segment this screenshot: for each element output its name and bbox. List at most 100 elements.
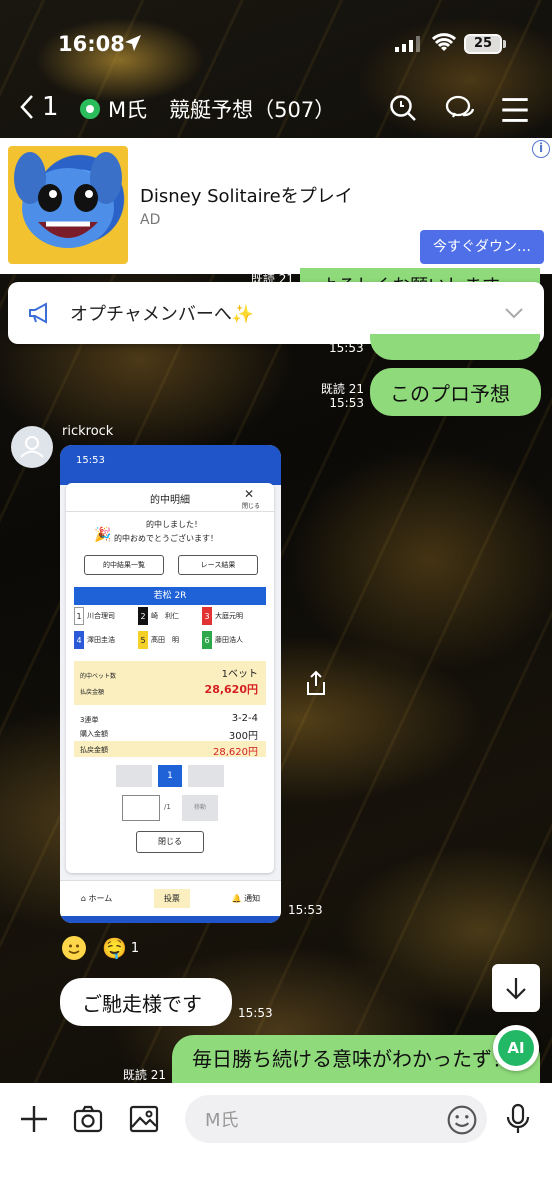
camera-icon[interactable] <box>72 1103 104 1135</box>
payout-label: 払戻金額 <box>80 689 105 696</box>
read-receipt: 既読 21 <box>320 382 364 396</box>
nav-vote-label: 投票 <box>163 894 180 903</box>
bet-type: 3連単 <box>80 716 99 724</box>
read-receipt: 既読 21 <box>122 1068 166 1082</box>
unread-count: 1 <box>42 92 59 122</box>
nav-home: ⌂ ホーム <box>80 894 113 903</box>
signal-icon <box>395 36 420 52</box>
battery-nub <box>503 40 506 48</box>
message-text: このプロ予想 <box>390 381 510 406</box>
racer-name: 藤田浩人 <box>215 636 243 644</box>
shot-btn-race: レース結果 <box>178 555 258 575</box>
message-time: 15:53 <box>238 1006 273 1020</box>
party-popper-icon: 🎉 <box>94 527 112 543</box>
reaction-count: 1 <box>130 940 140 956</box>
message-text: 毎日勝ち続ける意味がわかったず！ <box>192 1047 512 1071</box>
hit-bet-label: 的中ベット数 <box>80 673 117 680</box>
message-input[interactable]: M氏 <box>185 1095 487 1143</box>
emoji-icon[interactable] <box>446 1104 478 1136</box>
chevron-down-icon[interactable] <box>504 307 524 319</box>
payout-value: 28,620円 <box>204 683 258 696</box>
ad-image[interactable] <box>8 146 128 264</box>
arrow-down-icon <box>506 978 526 1000</box>
ai-icon: AI <box>498 1030 534 1066</box>
buy-label: 購入金額 <box>80 730 108 738</box>
racer-cell: 5 髙田 明 <box>138 631 202 649</box>
payout-value-2: 28,620円 <box>213 747 258 758</box>
message-time: 15:53 <box>288 903 323 917</box>
hit-line-2: 的中おめでとうございます！ <box>114 534 218 543</box>
hit-bet-value: 1ベット <box>221 669 258 680</box>
divider <box>66 511 274 512</box>
smile-icon <box>68 944 80 954</box>
jump-button: 移動 <box>182 795 218 821</box>
racer-name: 澤田圭浩 <box>87 636 115 644</box>
racer-cell: 4 澤田圭浩 <box>74 631 138 649</box>
sender-name: rickrock <box>62 424 114 439</box>
message-time: 15:53 <box>329 341 364 355</box>
page-current: 1 <box>158 765 182 787</box>
shot-bottom-bar <box>60 916 281 923</box>
avatar[interactable] <box>11 426 53 468</box>
ad-title[interactable]: Disney Solitaireをプレイ <box>140 182 353 208</box>
racer-number: 3 <box>202 607 212 625</box>
received-message-bubble[interactable]: ご馳走様です <box>60 978 232 1026</box>
ad-info-icon[interactable]: i <box>532 140 550 158</box>
shot-btn-list: 的中結果一覧 <box>84 555 164 575</box>
ai-assistant-button[interactable]: AI <box>493 1025 539 1071</box>
image-message[interactable]: 15:53 的中明細 ✕ 閉じる 🎉 的中しました！ 的中おめでとうございます！… <box>60 445 281 923</box>
sent-message-bubble-tail[interactable] <box>370 334 540 360</box>
location-arrow-icon <box>125 35 141 51</box>
hit-line-1: 的中しました！ <box>146 520 202 529</box>
reaction-badge[interactable]: 🤤 1 <box>102 936 139 960</box>
message-input-placeholder: M氏 <box>205 1110 239 1131</box>
menu-icon[interactable] <box>500 95 530 125</box>
shot-close-label: 閉じる <box>242 503 261 510</box>
bet-combo: 3-2-4 <box>231 713 258 724</box>
close-button: 閉じる <box>136 831 204 853</box>
ad-cta-button[interactable]: 今すぐダウン… <box>420 230 544 264</box>
megaphone-icon <box>29 302 47 324</box>
search-icon[interactable] <box>388 93 418 123</box>
racer-name: 髙田 明 <box>151 636 179 644</box>
racer-cell: 2崎 利仁 <box>138 607 202 625</box>
image-icon[interactable] <box>128 1103 160 1135</box>
racer-number: 2 <box>138 607 148 625</box>
page-total: /1 <box>164 803 171 811</box>
battery-indicator: 25 <box>464 34 502 54</box>
racer-number: 4 <box>74 631 84 649</box>
shot-card: 的中明細 ✕ 閉じる 🎉 的中しました！ 的中おめでとうございます！ 的中結果一… <box>66 483 274 873</box>
buy-value: 300円 <box>228 731 258 742</box>
shot-status-bar: 15:53 <box>60 445 281 485</box>
close-x-icon: ✕ <box>244 487 255 501</box>
ad-label: AD <box>140 212 161 228</box>
sent-message-bubble[interactable]: このプロ予想 <box>370 368 541 416</box>
chat-bubbles-icon[interactable] <box>445 93 475 123</box>
racer-name: 川合理司 <box>87 612 115 620</box>
chat-title[interactable]: M氏 競艇予想（507） <box>80 94 335 124</box>
reaction-row[interactable]: 🤤 1 <box>62 936 139 960</box>
person-icon <box>20 436 44 458</box>
nav-home-label: ホーム <box>88 894 113 903</box>
hit-summary: 的中ベット数 1ベット 払戻金額 28,620円 <box>74 661 266 705</box>
racer-number: 5 <box>138 631 148 649</box>
racer-number: 6 <box>202 631 212 649</box>
back-button[interactable]: 1 <box>20 92 59 122</box>
scroll-to-bottom-button[interactable] <box>492 964 540 1012</box>
plus-icon[interactable] <box>18 1103 50 1135</box>
racer-cell: 6 藤田浩人 <box>202 631 266 649</box>
share-icon[interactable] <box>304 670 328 696</box>
microphone-icon[interactable] <box>502 1103 534 1135</box>
message-time: 15:53 <box>329 396 364 410</box>
add-reaction-icon[interactable] <box>62 936 86 960</box>
wifi-icon <box>432 33 456 51</box>
announcement-text: オプチャメンバーへ✨ <box>70 304 255 325</box>
message-meta: 既読 21 15:53 <box>314 382 364 410</box>
open-chat-icon <box>80 99 100 119</box>
drool-emoji-icon: 🤤 <box>102 936 127 960</box>
race-header: 若松 2R <box>74 587 266 605</box>
chevron-left-icon <box>20 95 33 119</box>
racer-grid: 1 川合理司 2崎 利仁 3 大庭元明 4 澤田圭浩 5 髙田 明 6 藤田浩人 <box>74 607 266 649</box>
page-input <box>122 795 160 821</box>
shot-nav: ⌂ ホーム 投票 🔔 通知 <box>60 880 281 916</box>
